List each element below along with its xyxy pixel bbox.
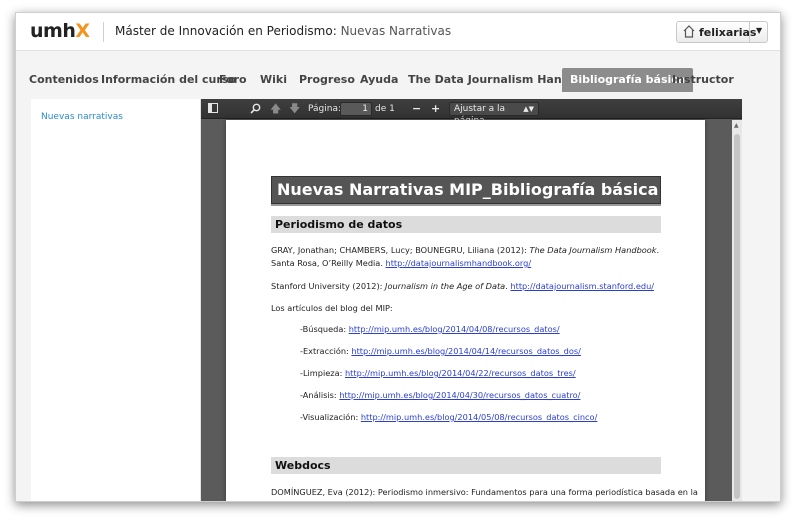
- link-stanford-datajournalism[interactable]: http://datajournalism.stanford.edu/: [510, 281, 654, 291]
- arrow-down-icon[interactable]: 🡇: [289, 102, 300, 116]
- list-item: -Visualización: http://mip.umh.es/blog/2…: [300, 412, 598, 422]
- username-label: felixarias: [699, 26, 757, 39]
- tab-wiki[interactable]: Wiki: [252, 68, 295, 92]
- list-item: -Búsqueda: http://mip.umh.es/blog/2014/0…: [300, 324, 560, 334]
- sidebar: Nuevas narrativas: [31, 99, 201, 501]
- page-number-input[interactable]: 1: [340, 102, 372, 116]
- tab-ayuda[interactable]: Ayuda: [352, 68, 406, 92]
- reference-dominguez: DOMÍNGUEZ, Eva (2012): Periodismo inmers…: [271, 487, 698, 497]
- blog-intro: Los artículos del blog del MIP:: [271, 303, 393, 313]
- link-extraccion[interactable]: http://mip.umh.es/blog/2014/04/14/recurs…: [351, 346, 580, 356]
- pdf-toolbar: 🡅 🡇 Página: 1 de 1 − + Ajustar a la pági…: [201, 99, 742, 126]
- section-heading-periodismo-de-datos: Periodismo de datos: [271, 216, 661, 233]
- section-heading-webdocs: Webdocs: [271, 457, 661, 474]
- browser-window: umhX Máster de Innovación en Periodismo:…: [15, 12, 781, 502]
- user-menu-divider: [749, 22, 750, 42]
- scrollbar-thumb[interactable]: [734, 134, 740, 499]
- chevron-updown-icon: ▲▼: [523, 105, 534, 113]
- zoom-in-icon[interactable]: +: [431, 102, 440, 116]
- link-busqueda[interactable]: http://mip.umh.es/blog/2014/04/08/recurs…: [349, 324, 560, 334]
- pdf-page: Nuevas Narrativas MIP_Bibliografía básic…: [226, 120, 705, 501]
- link-visualizacion[interactable]: http://mip.umh.es/blog/2014/05/08/recurs…: [361, 412, 597, 422]
- tab-instructor[interactable]: Instructor: [664, 68, 742, 92]
- umhx-logo[interactable]: umhX: [30, 20, 90, 42]
- page-label: Página:: [308, 104, 342, 114]
- list-item: -Limpieza: http://mip.umh.es/blog/2014/0…: [300, 368, 576, 378]
- document-title: Nuevas Narrativas MIP_Bibliografía básic…: [271, 176, 661, 204]
- zoom-out-icon[interactable]: −: [412, 102, 421, 116]
- scroll-up-icon[interactable]: ▲: [734, 122, 739, 129]
- course-nav-tabs: Contenidos Información del curso Foro Wi…: [16, 68, 780, 92]
- list-item: -Extracción: http://mip.umh.es/blog/2014…: [300, 346, 581, 356]
- sidebar-item-nuevas-narrativas[interactable]: Nuevas narrativas: [41, 112, 123, 122]
- course-title-sub: Nuevas Narrativas: [340, 24, 452, 38]
- link-limpieza[interactable]: http://mip.umh.es/blog/2014/04/22/recurs…: [345, 368, 576, 378]
- course-title: Máster de Innovación en Periodismo: Nuev…: [115, 24, 451, 38]
- reference-stanford: Stanford University (2012): Journalism i…: [271, 281, 655, 291]
- sidebar-toggle-icon[interactable]: [208, 103, 219, 117]
- top-header: umhX Máster de Innovación en Periodismo:…: [16, 13, 780, 51]
- pdf-viewer: 🡅 🡇 Página: 1 de 1 − + Ajustar a la pági…: [201, 99, 742, 501]
- chevron-down-icon[interactable]: ▼: [756, 26, 762, 35]
- pdf-scrollbar[interactable]: ▲: [732, 120, 742, 501]
- arrow-up-icon[interactable]: 🡅: [270, 102, 281, 116]
- zoom-select[interactable]: Ajustar a la página ▲▼: [449, 102, 539, 126]
- list-item: -Análisis: http://mip.umh.es/blog/2014/0…: [300, 390, 581, 400]
- search-icon[interactable]: [250, 103, 261, 117]
- home-icon: [683, 25, 695, 38]
- page-total: de 1: [375, 104, 395, 114]
- course-title-main: Máster de Innovación en Periodismo:: [115, 24, 337, 38]
- tab-foro[interactable]: Foro: [211, 68, 255, 92]
- user-menu-button[interactable]: felixarias ▼: [676, 21, 768, 43]
- header-divider: [103, 22, 104, 42]
- link-analisis[interactable]: http://mip.umh.es/blog/2014/04/30/recurs…: [339, 390, 580, 400]
- reference-gray: GRAY, Jonathan; CHAMBERS, Lucy; BOUNEGRU…: [271, 245, 660, 268]
- link-datajournalismhandbook[interactable]: http://datajournalismhandbook.org/: [386, 258, 532, 268]
